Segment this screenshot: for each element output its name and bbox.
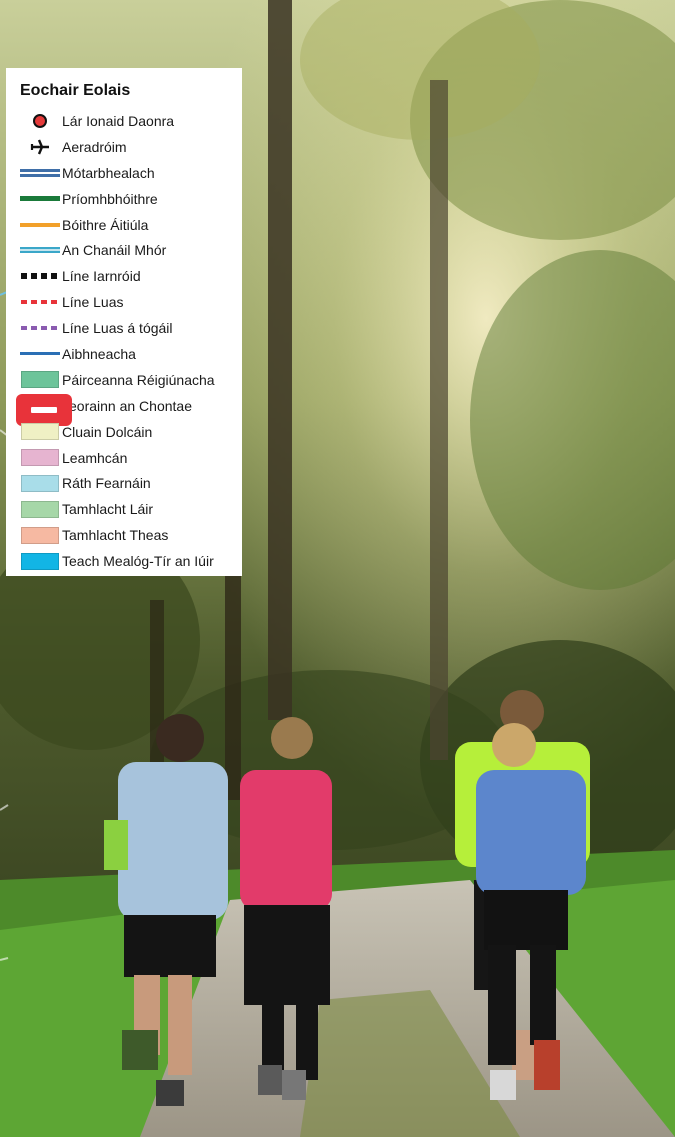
legend-item-rivers: Aibhneacha (20, 341, 242, 367)
area-swatch (21, 526, 59, 544)
area-swatch (21, 449, 59, 467)
legend-item-grand-canal: An Chanáil Mhór (20, 237, 242, 263)
legend-label: Aeradróim (62, 138, 127, 155)
legend-label: Líne Iarnróid (62, 268, 141, 285)
legend-label: Ráth Fearnáin (62, 475, 151, 492)
legend-label: Líne Luas á tógáil (62, 320, 173, 337)
population-centre-icon (33, 113, 47, 128)
regional-parks-swatch (21, 371, 59, 389)
legend-label: Bóithre Áitiúla (62, 216, 149, 233)
river-line-icon (20, 352, 60, 356)
legend-label: Líne Luas (62, 294, 124, 311)
legend-item-railway: Líne Iarnróid (20, 263, 242, 289)
primary-road-line-icon (20, 196, 60, 202)
legend-item-tallaght-south: Tamhlacht Theas (20, 522, 242, 548)
legend-item-population-centre: Lár Ionaid Daonra (20, 108, 242, 134)
legend-item-primary-roads: Príomhbhóithre (20, 186, 242, 212)
legend-item-airport: Aeradróim (20, 134, 242, 160)
area-swatch (21, 423, 59, 441)
railway-line-icon (21, 273, 57, 280)
legend-title: Eochair Eolais (20, 82, 131, 99)
canal-line-icon (20, 247, 60, 254)
legend-label: Cluain Dolcáin (62, 423, 153, 440)
legend-item-luas: Líne Luas (20, 289, 242, 315)
legend-item-templeogue-terenure: Teach Mealóg-Tír an Iúir (20, 548, 242, 574)
legend-item-tallaght-central: Tamhlacht Láir (20, 496, 242, 522)
legend-label: Lár Ionaid Daonra (62, 112, 175, 129)
local-road-line-icon (20, 222, 60, 227)
legend-label: An Chanáil Mhór (62, 242, 167, 259)
legend-label: Tamhlacht Theas (62, 527, 169, 544)
legend-label: Teorainn an Chontae (62, 397, 192, 414)
motorway-line-icon (20, 168, 60, 177)
legend-item-rathfarnham: Ráth Fearnáin (20, 470, 242, 496)
legend-item-luas-construction: Líne Luas á tógáil (20, 315, 242, 341)
legend-item-lucan: Leamhcán (20, 445, 242, 471)
airplane-icon (30, 139, 49, 155)
legend-label: Páirceanna Réigiúnacha (62, 371, 215, 388)
legend-item-motorway: Mótarbhealach (20, 160, 242, 186)
luas-construction-line-icon (21, 326, 57, 331)
legend-label: Leamhcán (62, 449, 128, 466)
legend-label: Tamhlacht Láir (62, 501, 154, 518)
legend-label: Príomhbhóithre (62, 190, 158, 207)
legend-item-local-roads: Bóithre Áitiúla (20, 212, 242, 238)
legend-item-clondalkin: Cluain Dolcáin (20, 419, 242, 445)
legend-item-county-boundary: Teorainn an Chontae (16, 393, 242, 426)
legend-label: Mótarbhealach (62, 164, 155, 181)
area-swatch (21, 500, 59, 518)
legend-label: Teach Mealóg-Tír an Iúir (62, 553, 214, 570)
legend-item-regional-parks: Páirceanna Réigiúnacha (20, 367, 242, 393)
legend-label: Aibhneacha (62, 345, 136, 362)
luas-line-icon (21, 300, 57, 305)
area-swatch (21, 552, 59, 570)
map-legend: Eochair Eolais Lár Ionaid Daonra Aeradró… (6, 68, 242, 576)
area-swatch (21, 474, 59, 492)
